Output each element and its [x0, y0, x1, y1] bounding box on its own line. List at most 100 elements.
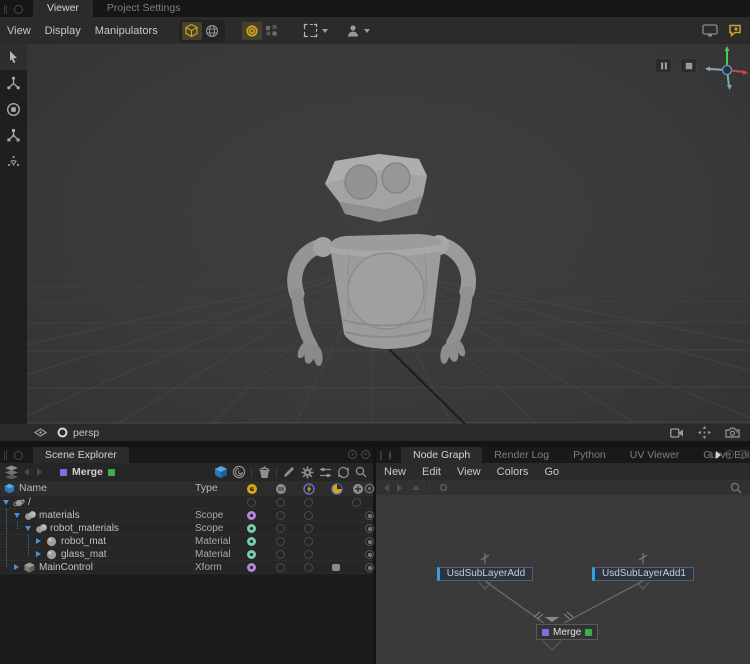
node-usdsublayeradd1[interactable]: UsdSubLayerAdd1 — [592, 567, 694, 581]
pencil-icon[interactable] — [280, 464, 298, 480]
target-toggle[interactable] — [365, 563, 374, 572]
add-tab-icon[interactable]: + — [725, 450, 734, 459]
collapse-arrow-icon[interactable] — [14, 564, 19, 570]
panel-gear-icon[interactable] — [389, 451, 391, 460]
up-icon[interactable] — [412, 485, 420, 490]
tab-render-log[interactable]: Render Log — [482, 447, 561, 463]
drag-handle-icon[interactable] — [4, 451, 7, 460]
menu-view[interactable]: View — [449, 466, 489, 478]
activation-toggle[interactable] — [304, 511, 313, 520]
expand-arrow-icon[interactable] — [25, 526, 31, 531]
close-tab-icon[interactable]: × — [361, 450, 370, 459]
sphere-shading-icon[interactable] — [242, 22, 262, 40]
drag-handle-icon[interactable] — [380, 451, 382, 460]
tab-scroll-right-icon[interactable] — [716, 451, 721, 459]
menu-colors[interactable]: Colors — [489, 466, 537, 478]
tree-row-robot_materials[interactable]: robot_materialsScope — [0, 522, 373, 535]
user-dropdown[interactable] — [346, 24, 370, 38]
add-tab-icon[interactable]: + — [348, 450, 357, 459]
film-frame-icon[interactable] — [670, 428, 684, 438]
name-column-header[interactable]: Name — [19, 482, 47, 494]
select-tool[interactable] — [0, 44, 27, 70]
visibility-eye-icon[interactable] — [34, 428, 47, 437]
menu-manipulators[interactable]: Manipulators — [88, 25, 165, 37]
visibility-toggle[interactable] — [247, 550, 256, 559]
back-icon[interactable] — [24, 468, 29, 476]
target-toggle[interactable] — [365, 511, 374, 520]
visibility-toggle[interactable] — [247, 511, 256, 520]
close-tab-icon[interactable]: × — [738, 450, 747, 459]
drag-handle-icon[interactable] — [4, 5, 7, 14]
shaded-cube-icon[interactable] — [182, 22, 202, 40]
type-column-header[interactable]: Type — [195, 482, 218, 494]
activation-column-icon[interactable] — [303, 483, 315, 495]
search-icon[interactable] — [730, 482, 742, 494]
activation-toggle[interactable] — [304, 524, 313, 533]
tab-node-graph[interactable]: Node Graph — [401, 447, 482, 463]
layers-icon[interactable] — [2, 464, 20, 480]
collapse-arrow-icon[interactable] — [36, 538, 41, 544]
render-toggle[interactable] — [276, 537, 285, 546]
sliders-icon[interactable] — [316, 464, 334, 480]
visibility-toggle[interactable] — [247, 537, 256, 546]
forward-icon[interactable] — [37, 468, 42, 476]
expand-arrow-icon[interactable] — [14, 513, 20, 518]
back-icon[interactable] — [384, 484, 389, 492]
menu-edit[interactable]: Edit — [414, 466, 449, 478]
tiles-icon[interactable] — [262, 22, 282, 40]
render-column-icon[interactable] — [275, 483, 287, 495]
pan-icon[interactable] — [698, 426, 711, 439]
window-tab-project-settings[interactable]: Project Settings — [93, 0, 195, 17]
visibility-toggle[interactable] — [247, 498, 256, 507]
target-column-icon[interactable] — [364, 483, 375, 494]
tree-row-glass_mat[interactable]: glass_matMaterial — [0, 548, 373, 561]
search-icon[interactable] — [352, 464, 370, 480]
tab-scroll-left-icon[interactable] — [707, 451, 712, 459]
forward-icon[interactable] — [397, 484, 402, 492]
gear-icon[interactable] — [298, 464, 316, 480]
window-tab-viewer[interactable]: Viewer — [33, 0, 93, 17]
tree-row-root[interactable]: / — [0, 496, 373, 509]
add-column-icon[interactable] — [352, 483, 364, 495]
material-column-icon[interactable] — [331, 483, 343, 495]
tree-row-materials[interactable]: materialsScope — [0, 509, 373, 522]
notification-icon[interactable] — [728, 24, 742, 37]
target-toggle[interactable] — [365, 537, 374, 546]
collapse-arrow-icon[interactable] — [36, 551, 41, 557]
menu-new[interactable]: New — [376, 466, 414, 478]
bucket-icon[interactable] — [255, 464, 273, 480]
menu-go[interactable]: Go — [536, 466, 567, 478]
camera-label[interactable]: persp — [73, 427, 99, 439]
tree-row-MainControl[interactable]: MainControlXform — [0, 561, 373, 574]
render-toggle[interactable] — [276, 498, 285, 507]
activation-toggle[interactable] — [304, 550, 313, 559]
panel-gear-icon[interactable] — [14, 5, 23, 14]
swirl-icon[interactable] — [230, 464, 248, 480]
scale-tool[interactable] — [0, 122, 27, 148]
camera-ring-icon[interactable] — [57, 427, 68, 438]
tab-scene-explorer[interactable]: Scene Explorer — [33, 447, 129, 463]
visibility-column-icon[interactable] — [246, 483, 258, 495]
node-usdsublayeradd[interactable]: UsdSubLayerAdd — [437, 567, 533, 581]
render-toggle[interactable] — [276, 563, 285, 572]
node-dot-icon[interactable] — [439, 483, 448, 492]
menu-view[interactable]: View — [0, 25, 38, 37]
activation-toggle[interactable] — [304, 563, 313, 572]
panel-gear-icon[interactable] — [14, 451, 23, 460]
globe-icon[interactable] — [202, 22, 222, 40]
target-toggle[interactable] — [365, 524, 374, 533]
menu-display[interactable]: Display — [38, 25, 88, 37]
activation-toggle[interactable] — [304, 498, 313, 507]
tab-uv-viewer[interactable]: UV Viewer — [618, 447, 691, 463]
pause-button[interactable] — [655, 58, 672, 73]
rotate-tool[interactable] — [0, 96, 27, 122]
tree-row-robot_mat[interactable]: robot_matMaterial — [0, 535, 373, 548]
capture-camera-icon[interactable] — [725, 427, 740, 438]
node-merge[interactable]: Merge — [536, 624, 598, 640]
visibility-toggle[interactable] — [247, 524, 256, 533]
stop-button[interactable] — [680, 58, 697, 73]
sync-icon[interactable] — [334, 464, 352, 480]
add-toggle[interactable] — [352, 498, 361, 507]
render-toggle[interactable] — [276, 511, 285, 520]
translate-tool[interactable] — [0, 70, 27, 96]
